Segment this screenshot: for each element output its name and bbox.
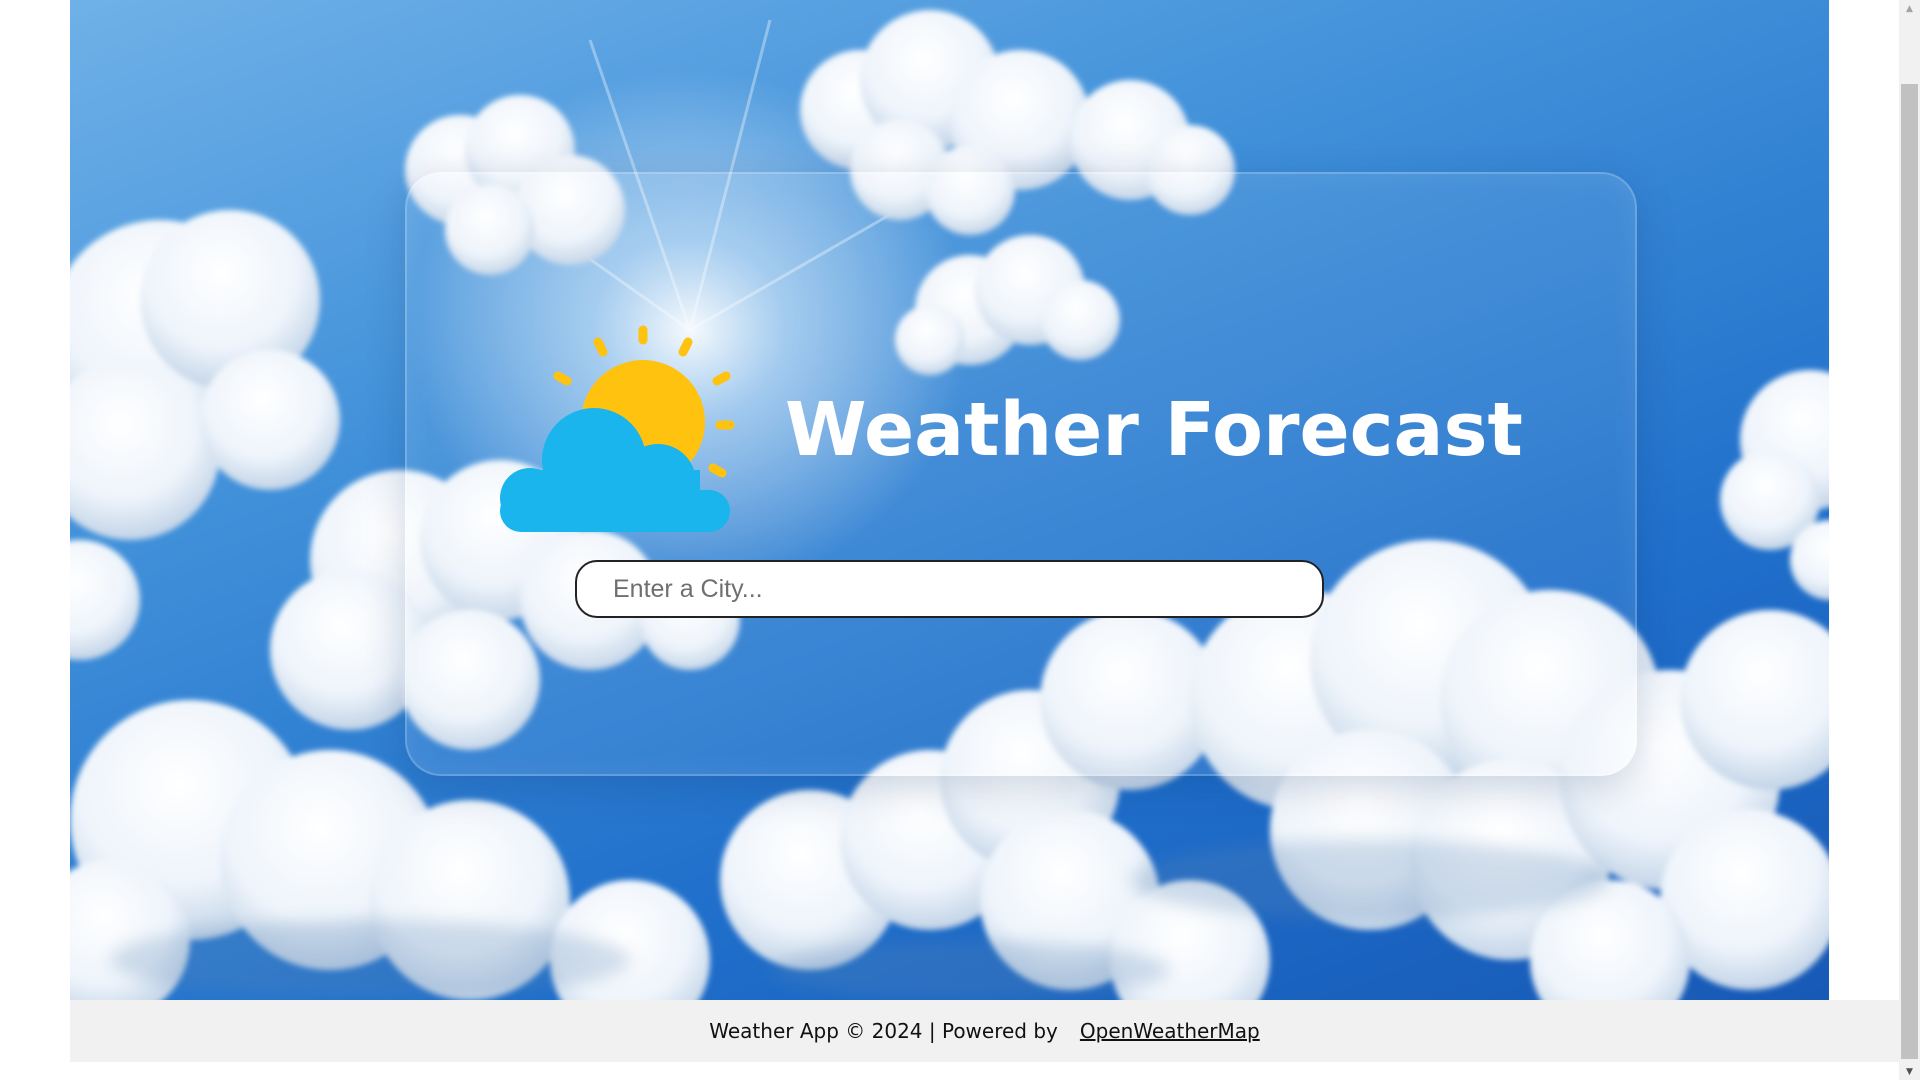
scroll-up-arrow-icon[interactable]: ▲ [1899, 0, 1920, 17]
search-bar [575, 560, 1324, 618]
scroll-down-arrow-icon[interactable]: ▼ [1899, 1063, 1920, 1080]
page: Weather Forecast Weather App © 2024 | Po… [0, 0, 1920, 1080]
openweathermap-link[interactable]: OpenWeatherMap [1080, 1019, 1260, 1043]
vertical-scrollbar[interactable]: ▲ ▼ [1899, 0, 1920, 1080]
sun-behind-cloud-icon [500, 325, 735, 532]
page-title: Weather Forecast [785, 387, 1523, 473]
footer: Weather App © 2024 | Powered by OpenWeat… [70, 1000, 1899, 1062]
city-search-input[interactable] [575, 560, 1324, 618]
scrollbar-thumb[interactable] [1901, 84, 1918, 1059]
hero-background [70, 0, 1829, 1000]
footer-text: Weather App © 2024 | Powered by [709, 1019, 1058, 1043]
